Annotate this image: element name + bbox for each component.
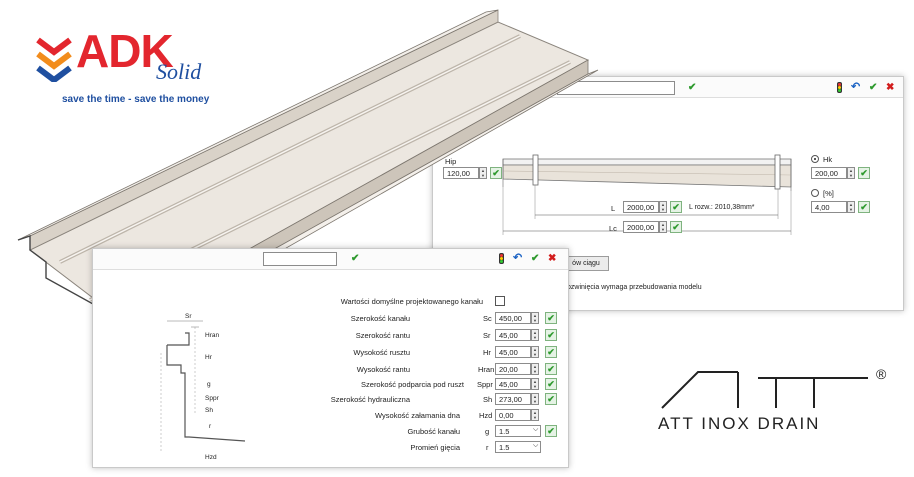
param-label-hran: Wysokość rantu [356, 365, 410, 374]
check-icon[interactable]: ✔ [531, 253, 539, 264]
adk-tagline: save the time - save the money [62, 94, 210, 105]
hk-apply-button[interactable]: ✔ [858, 167, 870, 179]
l-unfolded-label: L rozw.: 2010,38mm* [689, 204, 755, 211]
param-apply-sc[interactable]: ✔ [545, 312, 557, 324]
traffic-light-icon [499, 253, 504, 264]
param-input-sc[interactable]: 450,00 [495, 312, 531, 324]
adk-logo-subtext: Solid [156, 59, 202, 84]
close-icon[interactable]: ✖ [548, 253, 556, 264]
spin-arrows-icon[interactable]: ▲ ▼ [531, 409, 539, 421]
lc-apply-button[interactable]: ✔ [670, 221, 682, 233]
param-input-sppr[interactable]: 45,00 [495, 378, 531, 390]
traffic-light-icon [837, 82, 842, 93]
check-icon[interactable]: ✔ [351, 253, 359, 264]
param-apply-sr[interactable]: ✔ [545, 329, 557, 341]
diagram-sppr-label: Sppr [205, 395, 219, 402]
spin-arrows-icon[interactable]: ▲ ▼ [531, 393, 539, 405]
param-label-sh: Szerokość hydrauliczna [330, 395, 410, 404]
param-symbol-sppr: Sppr [477, 380, 493, 389]
param-input-hr[interactable]: 45,00 [495, 346, 531, 358]
diagram-sr-label: Sr [185, 313, 192, 320]
att-logo-mark [661, 371, 868, 409]
close-icon[interactable]: ✖ [886, 82, 894, 93]
diagram-g-label: g [207, 381, 211, 388]
dropdown-icon[interactable]: ⌵ [533, 442, 538, 450]
spin-arrows-icon[interactable]: ▲ ▼ [531, 329, 539, 341]
spin-arrows-icon[interactable]: ▲ ▼ [531, 312, 539, 324]
front-toolbar: ✔ ↶ ✔ ✖ [93, 249, 568, 270]
param-apply-hr[interactable]: ✔ [545, 346, 557, 358]
front-property-panel: ✔ ↶ ✔ ✖ Sr Hran Hr g Sppr Sh r Hzd Warto… [92, 248, 569, 468]
param-symbol-sc: Sc [483, 314, 492, 323]
param-label-hzd: Wysokość załamania dna [375, 411, 460, 420]
spin-arrows-icon[interactable]: ▲ ▼ [847, 201, 855, 213]
check-icon[interactable]: ✔ [869, 82, 877, 93]
diagram-hzd-label: Hzd [205, 454, 217, 461]
undo-icon[interactable]: ↶ [513, 251, 522, 264]
front-name-input[interactable] [263, 252, 337, 266]
spin-arrows-icon[interactable]: ▲ ▼ [659, 221, 667, 233]
param-apply-g[interactable]: ✔ [545, 425, 557, 437]
spin-arrows-icon[interactable]: ▲ ▼ [659, 201, 667, 213]
percent-apply-button[interactable]: ✔ [858, 201, 870, 213]
undo-icon[interactable]: ↶ [851, 80, 860, 93]
param-symbol-hr: Hr [483, 348, 491, 357]
param-symbol-r: r [486, 443, 489, 452]
lc-input[interactable]: 2000,00 [623, 221, 659, 233]
dropdown-icon[interactable]: ⌵ [533, 426, 538, 434]
lc-label: Lc [609, 224, 617, 233]
param-symbol-sr: Sr [483, 331, 491, 340]
param-apply-hran[interactable]: ✔ [545, 363, 557, 375]
l-apply-button[interactable]: ✔ [670, 201, 682, 213]
param-symbol-sh: Sh [483, 395, 493, 404]
diagram-sh-label: Sh [205, 407, 213, 414]
param-label-sppr: Szerokość podparcia pod ruszt [361, 380, 464, 389]
hk-label: Hk [823, 155, 833, 164]
param-input-sr[interactable]: 45,00 [495, 329, 531, 341]
param-label-sc: Szerokość kanału [350, 314, 410, 323]
spin-arrows-icon[interactable]: ▲ ▼ [531, 378, 539, 390]
param-label-r: Promień gięcia [410, 443, 460, 452]
default-values-checkbox[interactable] [495, 296, 505, 306]
diagram-hr-label: Hr [205, 354, 212, 361]
param-label-hr: Wysokość rusztu [353, 348, 410, 357]
att-logo-text: ATT INOX DRAIN [658, 414, 821, 433]
spin-arrows-icon[interactable]: ▲ ▼ [531, 346, 539, 358]
param-symbol-g: g [485, 427, 490, 436]
adk-chevron-icon [36, 37, 72, 82]
param-input-hran[interactable]: 20,00 [495, 363, 531, 375]
param-symbol-hzd: Hzd [479, 411, 493, 420]
param-label-sr: Szerokość rantu [355, 331, 410, 340]
param-symbol-hran: Hran [478, 365, 495, 374]
param-apply-sh[interactable]: ✔ [545, 393, 557, 405]
percent-label: [%] [823, 189, 834, 198]
spin-arrows-icon[interactable]: ▲ ▼ [531, 363, 539, 375]
param-label-g: Grubość kanału [407, 427, 460, 436]
hk-radio[interactable] [811, 155, 819, 163]
check-icon[interactable]: ✔ [688, 82, 696, 93]
hk-input[interactable]: 200,00 [811, 167, 847, 179]
percent-input[interactable]: 4,00 [811, 201, 847, 213]
l-input[interactable]: 2000,00 [623, 201, 659, 213]
param-apply-sppr[interactable]: ✔ [545, 378, 557, 390]
att-registered-mark: ® [876, 366, 887, 382]
percent-radio[interactable] [811, 189, 819, 197]
diagram-hran-label: Hran [205, 332, 220, 339]
param-input-sh[interactable]: 273,00 [495, 393, 531, 405]
l-label: L [611, 204, 616, 213]
default-values-label: Wartości domyślne projektowanego kanału [340, 297, 483, 306]
diagram-r-label: r [209, 423, 212, 430]
param-input-hzd[interactable]: 0,00 [495, 409, 531, 421]
spin-arrows-icon[interactable]: ▲ ▼ [847, 167, 855, 179]
